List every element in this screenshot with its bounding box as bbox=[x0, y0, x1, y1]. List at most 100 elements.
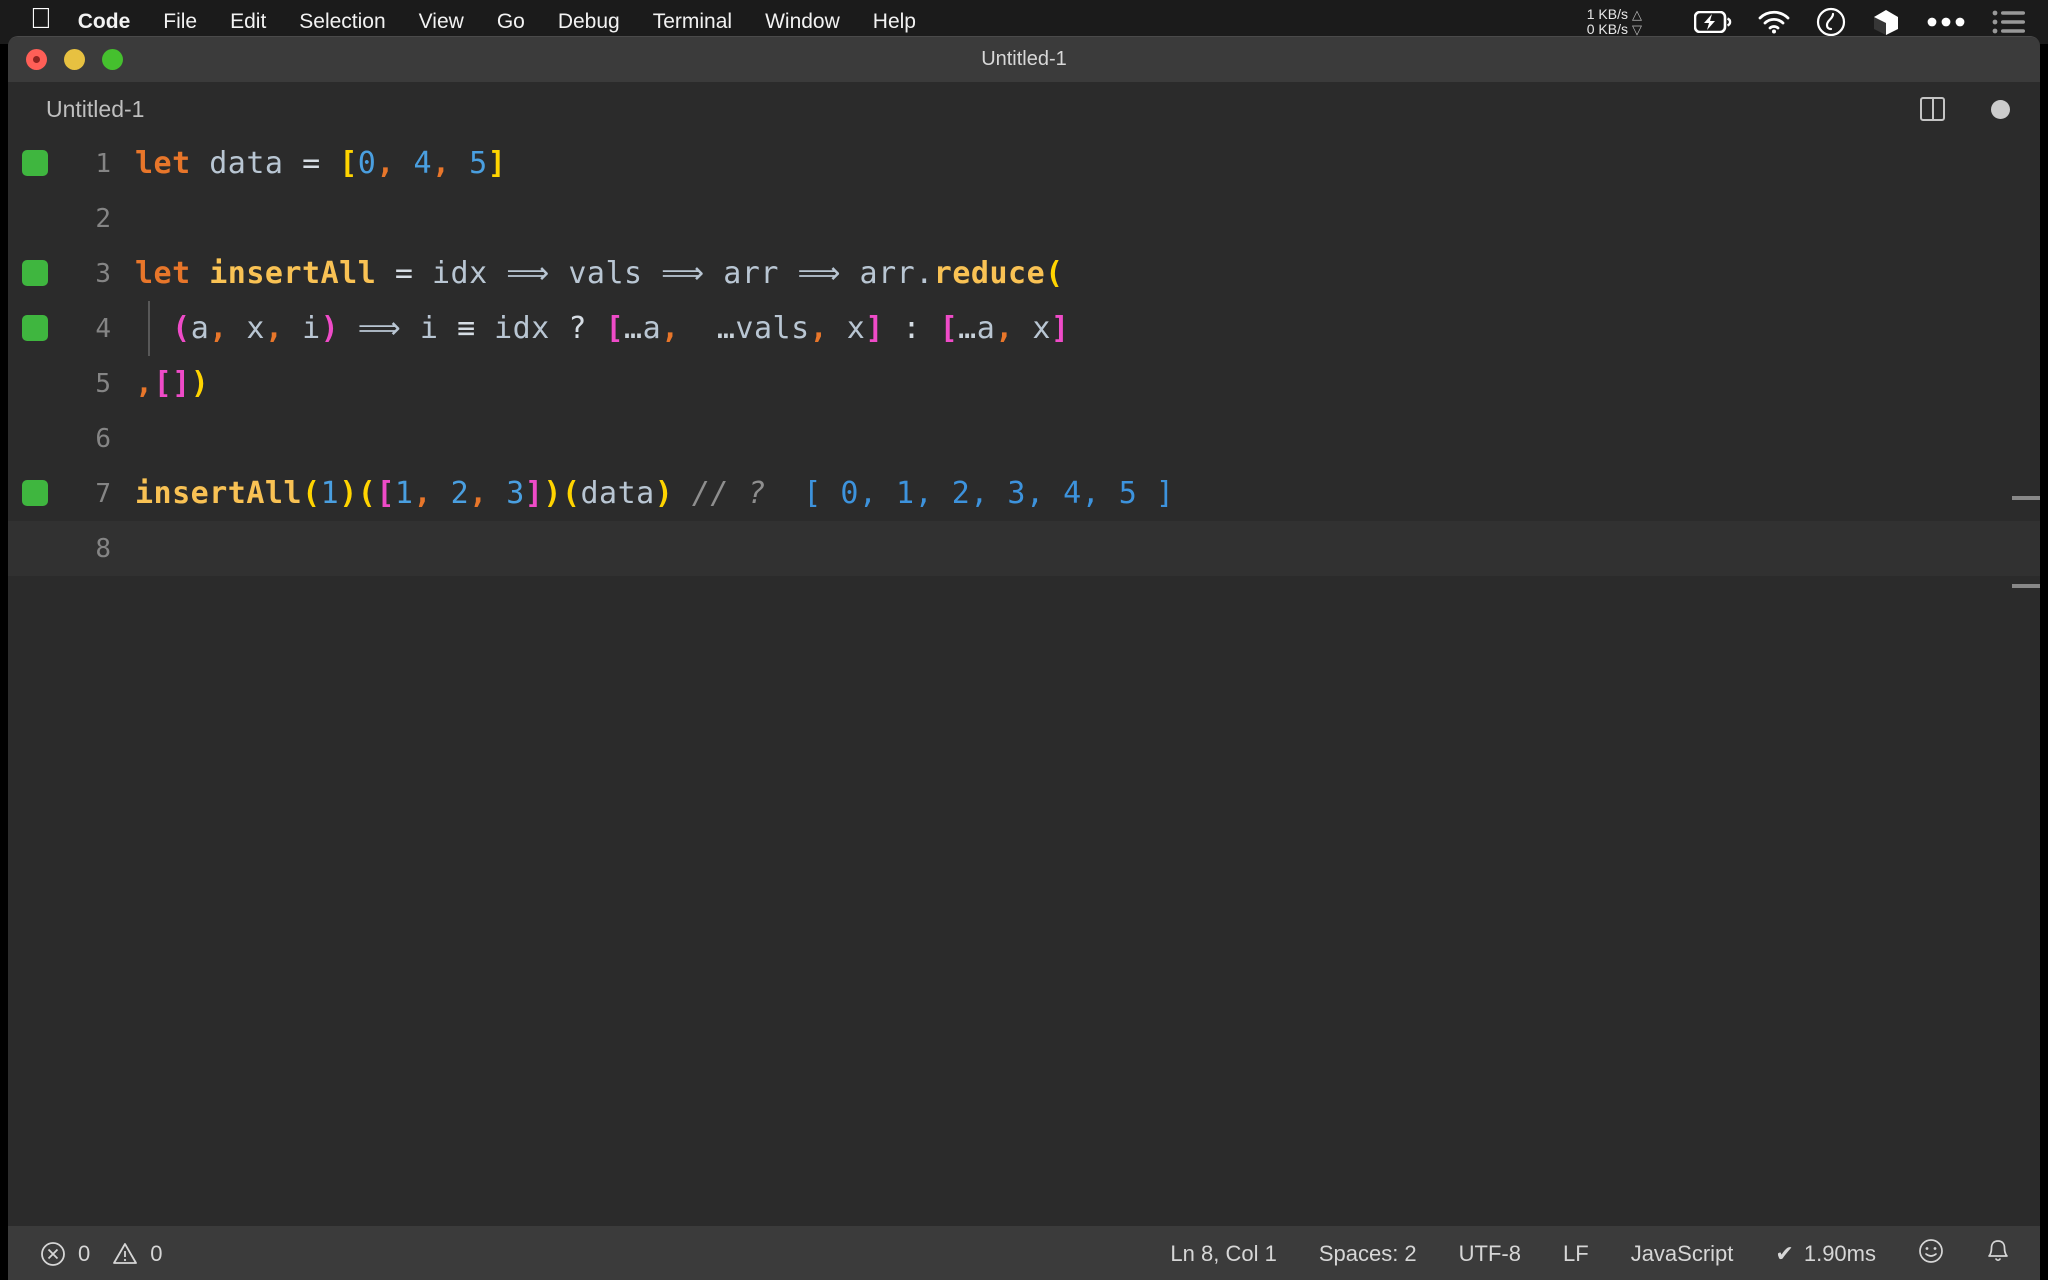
code-token: ( bbox=[1045, 256, 1064, 291]
error-count[interactable]: 0 bbox=[78, 1241, 90, 1267]
warning-count[interactable]: 0 bbox=[150, 1241, 162, 1267]
tab-untitled-1[interactable]: Untitled-1 bbox=[8, 96, 144, 123]
split-editor-icon[interactable] bbox=[1920, 97, 1945, 121]
bell-icon[interactable] bbox=[1986, 1238, 2010, 1270]
wifi-icon[interactable] bbox=[1758, 10, 1790, 34]
code-line[interactable]: 4 (a, x, i) ⟹ i ≡ idx ? […a, …vals, x] :… bbox=[8, 301, 2040, 356]
status-bar: 0 0 Ln 8, Col 1 Spaces: 2 UTF-8 LF JavaS… bbox=[8, 1226, 2040, 1280]
menu-item-debug[interactable]: Debug bbox=[558, 10, 620, 34]
code-token: , bbox=[376, 146, 395, 181]
code-line[interactable]: 1 let data = [0, 4, 5] bbox=[8, 136, 2040, 191]
code-token: x bbox=[1032, 311, 1051, 346]
check-icon: ✔ bbox=[1775, 1240, 1794, 1266]
upload-arrow-icon: △ bbox=[1632, 7, 1642, 22]
code-line-content[interactable]: let data = [0, 4, 5] bbox=[133, 146, 506, 181]
code-token: [ bbox=[605, 311, 625, 346]
line-number: 6 bbox=[95, 423, 111, 454]
code-token: 1 bbox=[320, 476, 340, 511]
code-token: ] bbox=[487, 146, 507, 181]
code-line[interactable]: 3 let insertAll = idx ⟹ vals ⟹ arr ⟹ arr.… bbox=[8, 246, 2040, 301]
line-number: 8 bbox=[95, 533, 111, 564]
quokka-pass-indicator-icon bbox=[22, 150, 48, 176]
code-token: vals bbox=[568, 256, 643, 291]
window-titlebar: Untitled-1 bbox=[8, 37, 2040, 82]
code-token: , bbox=[995, 311, 1014, 346]
code-token: 4 bbox=[413, 146, 432, 181]
code-line-content[interactable]: ,[]) bbox=[133, 366, 209, 401]
cursor-position[interactable]: Ln 8, Col 1 bbox=[1170, 1241, 1276, 1267]
line-number: 2 bbox=[95, 203, 111, 234]
file-encoding[interactable]: UTF-8 bbox=[1459, 1241, 1521, 1267]
code-token: , bbox=[809, 311, 829, 346]
quokka-runtime[interactable]: ✔ 1.90ms bbox=[1775, 1241, 1876, 1267]
code-token: data bbox=[580, 476, 655, 511]
code-token: [ bbox=[339, 146, 358, 181]
code-token: ⟹ bbox=[661, 256, 705, 291]
code-line[interactable]: 8 bbox=[8, 521, 2040, 576]
smiley-icon[interactable] bbox=[1918, 1238, 1944, 1270]
code-token: ) bbox=[190, 366, 210, 401]
menu-item-window[interactable]: Window bbox=[765, 10, 840, 34]
warning-triangle-icon[interactable] bbox=[112, 1241, 138, 1267]
download-arrow-icon: ▽ bbox=[1632, 22, 1642, 37]
code-token: [ bbox=[939, 311, 959, 346]
error-circle-icon[interactable] bbox=[40, 1241, 66, 1267]
code-token: , bbox=[432, 146, 451, 181]
code-line-content[interactable]: insertAll(1)([1, 2, 3])(data) // ? [ 0, … bbox=[133, 476, 1174, 511]
apple-logo-icon[interactable]:  bbox=[30, 4, 52, 34]
code-editor[interactable]: 1 let data = [0, 4, 5] 2 3 let insertAll = i… bbox=[8, 136, 2040, 1226]
code-token: . bbox=[915, 256, 934, 291]
code-line-content[interactable]: (a, x, i) ⟹ i ≡ idx ? […a, …vals, x] : [… bbox=[133, 311, 1070, 346]
clock-icon[interactable] bbox=[1816, 7, 1846, 37]
code-token: = bbox=[394, 256, 414, 291]
battery-charging-icon[interactable] bbox=[1694, 11, 1732, 33]
code-token: ] bbox=[524, 476, 544, 511]
menu-items-group: Code File Edit Selection View Go Debug Terminal… bbox=[78, 10, 949, 34]
end-of-line-sequence[interactable]: LF bbox=[1563, 1241, 1589, 1267]
unsaved-changes-dot-icon[interactable] bbox=[1991, 99, 2010, 119]
code-line[interactable]: 2 bbox=[8, 191, 2040, 246]
menu-item-go[interactable]: Go bbox=[497, 10, 525, 34]
network-upload-speed: 1 KB/s bbox=[1586, 6, 1628, 22]
code-token: i bbox=[419, 311, 439, 346]
dropbox-icon[interactable] bbox=[1872, 8, 1900, 36]
code-token: [ bbox=[376, 476, 395, 511]
menu-item-edit[interactable]: Edit bbox=[230, 10, 266, 34]
language-mode[interactable]: JavaScript bbox=[1631, 1241, 1734, 1267]
network-download-speed: 0 KB/s bbox=[1586, 21, 1628, 37]
control-center-icon[interactable] bbox=[1992, 9, 2026, 35]
code-line[interactable]: 5 ,[]) bbox=[8, 356, 2040, 411]
menu-item-help[interactable]: Help bbox=[873, 10, 916, 34]
code-token: ] bbox=[865, 311, 884, 346]
code-token: , bbox=[264, 311, 284, 346]
code-line[interactable]: 7 insertAll(1)([1, 2, 3])(data) // ? [ 0,… bbox=[8, 466, 2040, 521]
network-arrows-icon: △ ▽ bbox=[1632, 7, 1642, 37]
menu-item-selection[interactable]: Selection bbox=[299, 10, 385, 34]
network-speed-readout: 1 KB/s 0 KB/s bbox=[1587, 7, 1628, 37]
line-number: 5 bbox=[95, 368, 111, 399]
menu-item-view[interactable]: View bbox=[419, 10, 464, 34]
code-line[interactable]: 6 bbox=[8, 411, 2040, 466]
code-token: arr bbox=[723, 256, 779, 291]
code-token: , bbox=[469, 476, 488, 511]
window-title: Untitled-1 bbox=[981, 48, 1067, 70]
indentation-setting[interactable]: Spaces: 2 bbox=[1319, 1241, 1417, 1267]
code-token: a bbox=[190, 311, 210, 346]
code-line-content[interactable]: let insertAll = idx ⟹ vals ⟹ arr ⟹ arr.r… bbox=[133, 256, 1064, 291]
menu-item-terminal[interactable]: Terminal bbox=[653, 10, 732, 34]
code-token: , bbox=[135, 366, 154, 401]
menu-item-file[interactable]: File bbox=[163, 10, 197, 34]
ellipsis-icon[interactable] bbox=[1926, 16, 1966, 28]
quokka-pass-indicator-icon bbox=[22, 260, 48, 286]
menu-item-code[interactable]: Code bbox=[78, 10, 131, 34]
